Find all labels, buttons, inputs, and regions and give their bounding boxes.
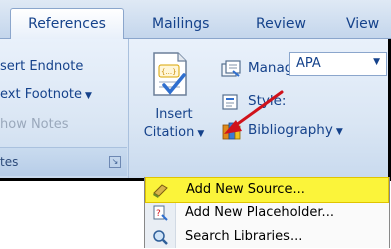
- ribbon-panel: sert Endnote ext Footnote ▼ how Notes tes…: [0, 39, 391, 181]
- style-icon: [222, 94, 238, 110]
- ribbon-tab-bar: References Mailings Review View: [0, 0, 391, 39]
- chevron-down-icon: ▼: [85, 91, 92, 101]
- search-libraries-item[interactable]: Search Libraries...: [145, 225, 387, 249]
- manage-sources-icon: [221, 60, 241, 77]
- insert-citation-menu: Add New Source... ? Add New Placeholder.…: [144, 177, 390, 248]
- style-label: Style:: [248, 93, 287, 109]
- footnotes-group-label: tes ↘: [0, 147, 127, 176]
- svg-text:{...}: {...}: [161, 68, 177, 76]
- style-dropdown[interactable]: APA ▼: [289, 52, 387, 76]
- search-icon: [153, 230, 168, 245]
- add-source-icon: [153, 184, 168, 198]
- next-footnote-button[interactable]: ext Footnote ▼: [0, 87, 92, 102]
- insert-citation-button[interactable]: {...} Insert Citation ▼: [136, 45, 212, 145]
- chevron-down-icon: ▼: [373, 57, 380, 67]
- tab-view[interactable]: View: [346, 16, 379, 32]
- footnotes-group: sert Endnote ext Footnote ▼ how Notes tes…: [0, 39, 129, 178]
- search-libraries-label: Search Libraries...: [185, 229, 303, 244]
- add-placeholder-icon: ?: [153, 205, 168, 221]
- add-new-placeholder-item[interactable]: ? Add New Placeholder...: [145, 201, 387, 225]
- insert-citation-line1: Insert: [155, 107, 193, 122]
- citation-document-icon: {...}: [153, 52, 187, 96]
- bibliography-text: Bibliography: [248, 122, 333, 138]
- add-new-placeholder-label: Add New Placeholder...: [185, 205, 334, 220]
- show-notes-button[interactable]: how Notes: [0, 117, 69, 132]
- next-footnote-label: ext Footnote: [0, 87, 82, 102]
- chevron-down-icon: ▼: [335, 127, 343, 137]
- dialog-launcher-icon[interactable]: ↘: [109, 156, 121, 168]
- bibliography-icon: [222, 122, 241, 140]
- insert-endnote-button[interactable]: sert Endnote: [0, 59, 83, 74]
- tab-references[interactable]: References: [10, 8, 124, 39]
- bibliography-label: Bibliography ▼: [248, 122, 343, 138]
- add-new-source-item[interactable]: Add New Source...: [145, 177, 389, 203]
- group-label-text: tes: [0, 155, 19, 169]
- tab-review[interactable]: Review: [256, 16, 306, 32]
- insert-citation-line2: Citation ▼: [136, 125, 212, 140]
- chevron-down-icon: ▼: [197, 129, 205, 139]
- add-new-source-label: Add New Source...: [186, 182, 305, 197]
- style-value: APA: [296, 56, 321, 71]
- insert-citation-label: Citation: [143, 125, 195, 140]
- tab-mailings[interactable]: Mailings: [152, 16, 209, 32]
- svg-text:?: ?: [156, 209, 161, 219]
